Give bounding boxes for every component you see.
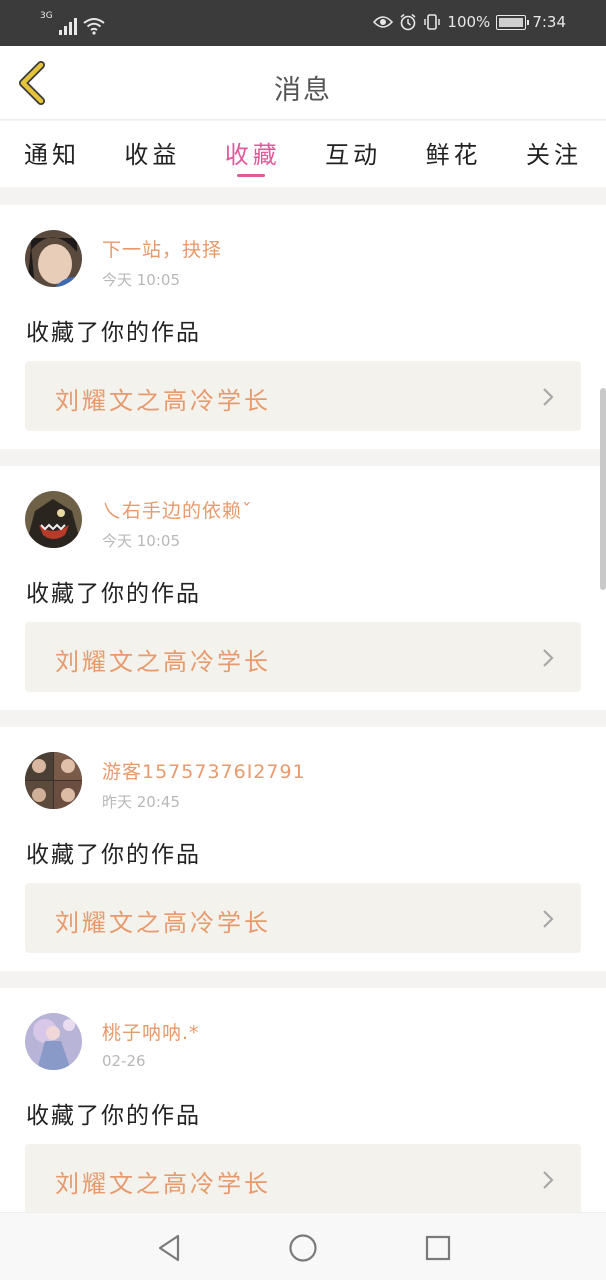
vibrate-icon: [424, 14, 441, 30]
timestamp: 今天 10:05: [102, 271, 180, 289]
tab-following[interactable]: 关注: [526, 121, 582, 187]
avatar[interactable]: [25, 1013, 82, 1070]
action-text: 收藏了你的作品: [26, 842, 201, 868]
timestamp: 02-26: [102, 1052, 146, 1070]
alarm-icon: [400, 13, 416, 31]
list-item: 下一站，抉择 今天 10:05 收藏了你的作品 刘耀文之高冷学长: [0, 205, 606, 449]
list-item: 乀右手边的依赖ˇ 今天 10:05 收藏了你的作品 刘耀文之高冷学长: [0, 466, 606, 710]
page-title: 消息: [274, 75, 332, 106]
chevron-right-icon: [543, 388, 554, 406]
list-item: 桃子呐呐.* 02-26 收藏了你的作品 刘耀文之高冷学长: [0, 988, 606, 1232]
home-circle-icon[interactable]: [288, 1233, 318, 1263]
chevron-right-icon: [543, 910, 554, 928]
tab-earnings[interactable]: 收益: [124, 121, 180, 187]
tab-bar: 通知 收益 收藏 互动 鲜花 关注: [0, 121, 606, 187]
username[interactable]: 游客15757376I2791: [102, 757, 306, 784]
avatar[interactable]: [25, 491, 82, 548]
work-link[interactable]: 刘耀文之高冷学长: [25, 883, 581, 953]
avatar[interactable]: [25, 752, 82, 809]
action-text: 收藏了你的作品: [26, 320, 201, 346]
recents-square-icon[interactable]: [423, 1233, 453, 1263]
eye-icon: [373, 16, 394, 28]
chevron-right-icon: [543, 649, 554, 667]
timestamp: 今天 10:05: [102, 532, 180, 550]
work-title: 刘耀文之高冷学长: [55, 909, 271, 937]
work-link[interactable]: 刘耀文之高冷学长: [25, 361, 581, 431]
work-title: 刘耀文之高冷学长: [55, 1170, 271, 1198]
battery-icon: [496, 14, 530, 30]
tab-notifications[interactable]: 通知: [24, 121, 80, 187]
action-text: 收藏了你的作品: [26, 581, 201, 607]
work-title: 刘耀文之高冷学长: [55, 648, 271, 676]
wifi-icon: [83, 18, 105, 35]
scrollbar[interactable]: [600, 388, 606, 590]
status-right: 100% 7:34: [373, 13, 566, 31]
network-type: 3G: [40, 11, 53, 21]
clock: 7:34: [532, 13, 566, 31]
signal-icon: [58, 17, 77, 35]
work-link[interactable]: 刘耀文之高冷学长: [25, 1144, 581, 1214]
system-nav-bar: [0, 1212, 606, 1280]
tab-flowers[interactable]: 鲜花: [426, 121, 482, 187]
message-list: 下一站，抉择 今天 10:05 收藏了你的作品 刘耀文之高冷学长 乀右手边的依赖…: [0, 205, 606, 1249]
list-item: 游客15757376I2791 昨天 20:45 收藏了你的作品 刘耀文之高冷学…: [0, 727, 606, 971]
status-bar: 3G 100% 7:34: [0, 0, 606, 46]
header: 消息: [0, 46, 606, 120]
username[interactable]: 桃子呐呐.*: [102, 1018, 200, 1045]
tab-interaction[interactable]: 互动: [325, 121, 381, 187]
chevron-right-icon: [543, 1171, 554, 1189]
work-link[interactable]: 刘耀文之高冷学长: [25, 622, 581, 692]
signal-area: 3G: [40, 12, 105, 35]
tab-favorites[interactable]: 收藏: [225, 121, 281, 187]
battery-percent: 100%: [447, 13, 491, 31]
avatar[interactable]: [25, 230, 82, 287]
work-title: 刘耀文之高冷学长: [55, 387, 271, 415]
back-triangle-icon[interactable]: [154, 1233, 184, 1263]
action-text: 收藏了你的作品: [26, 1103, 201, 1129]
timestamp: 昨天 20:45: [102, 793, 180, 811]
username[interactable]: 下一站，抉择: [102, 235, 222, 262]
username[interactable]: 乀右手边的依赖ˇ: [102, 496, 253, 523]
